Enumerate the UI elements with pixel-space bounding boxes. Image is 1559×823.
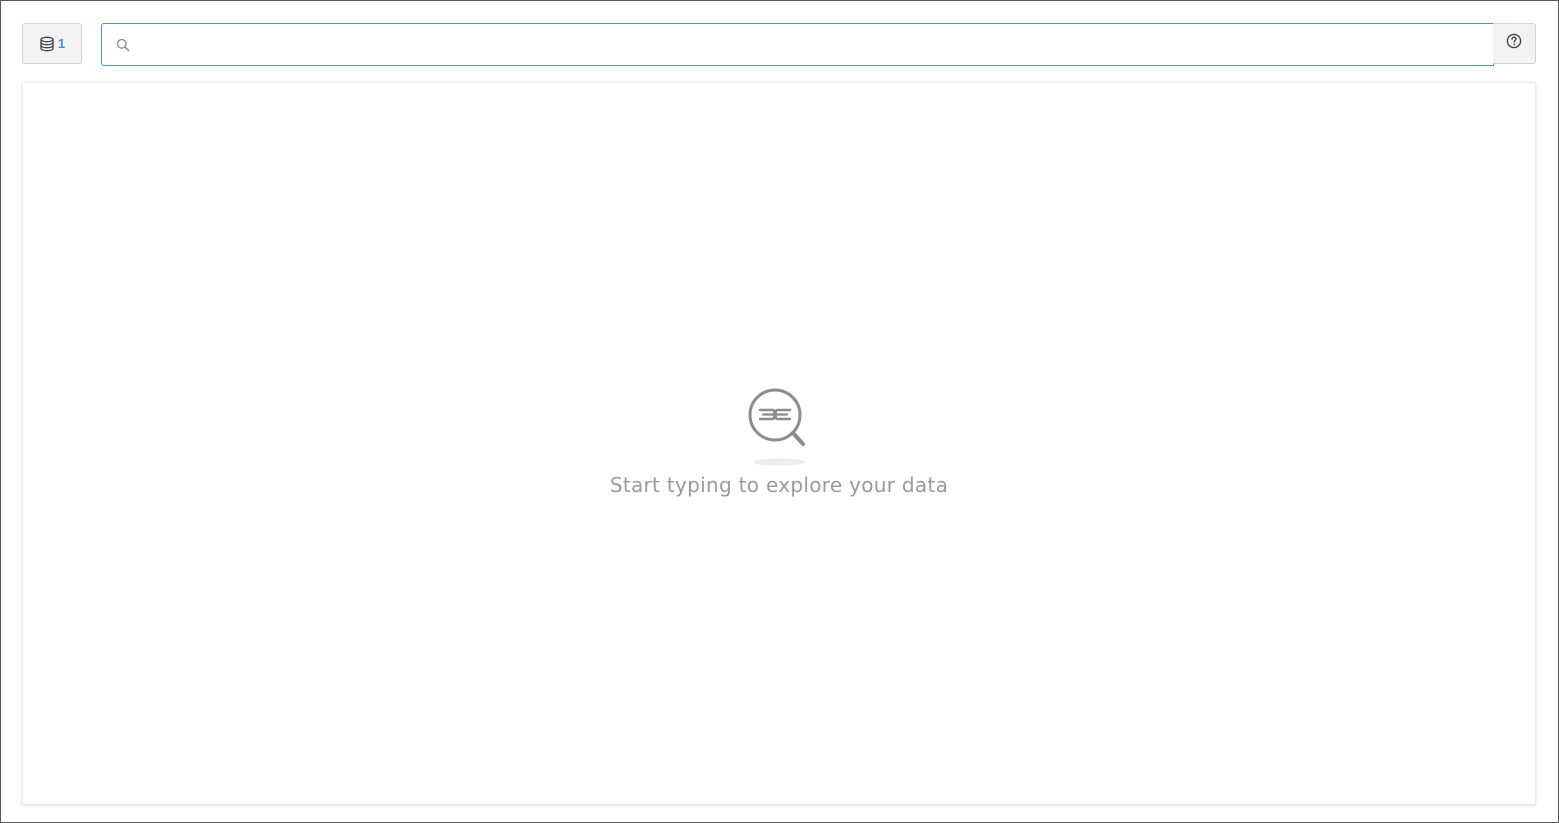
app-window: 1 Start typing to explore your data <box>0 0 1559 823</box>
search-logo-icon <box>747 386 811 468</box>
datasource-button[interactable]: 1 <box>22 23 82 64</box>
question-circle-icon <box>1506 33 1522 54</box>
help-button[interactable] <box>1493 23 1536 64</box>
database-icon <box>39 36 55 52</box>
search-box <box>101 23 1494 66</box>
datasource-count-badge: 1 <box>57 36 66 51</box>
results-panel: Start typing to explore your data <box>22 82 1536 805</box>
search-icon <box>116 38 130 52</box>
toolbar: 1 <box>22 23 1536 66</box>
search-input[interactable] <box>130 24 1493 65</box>
empty-state: Start typing to explore your data <box>23 386 1535 497</box>
empty-state-message: Start typing to explore your data <box>609 473 949 497</box>
